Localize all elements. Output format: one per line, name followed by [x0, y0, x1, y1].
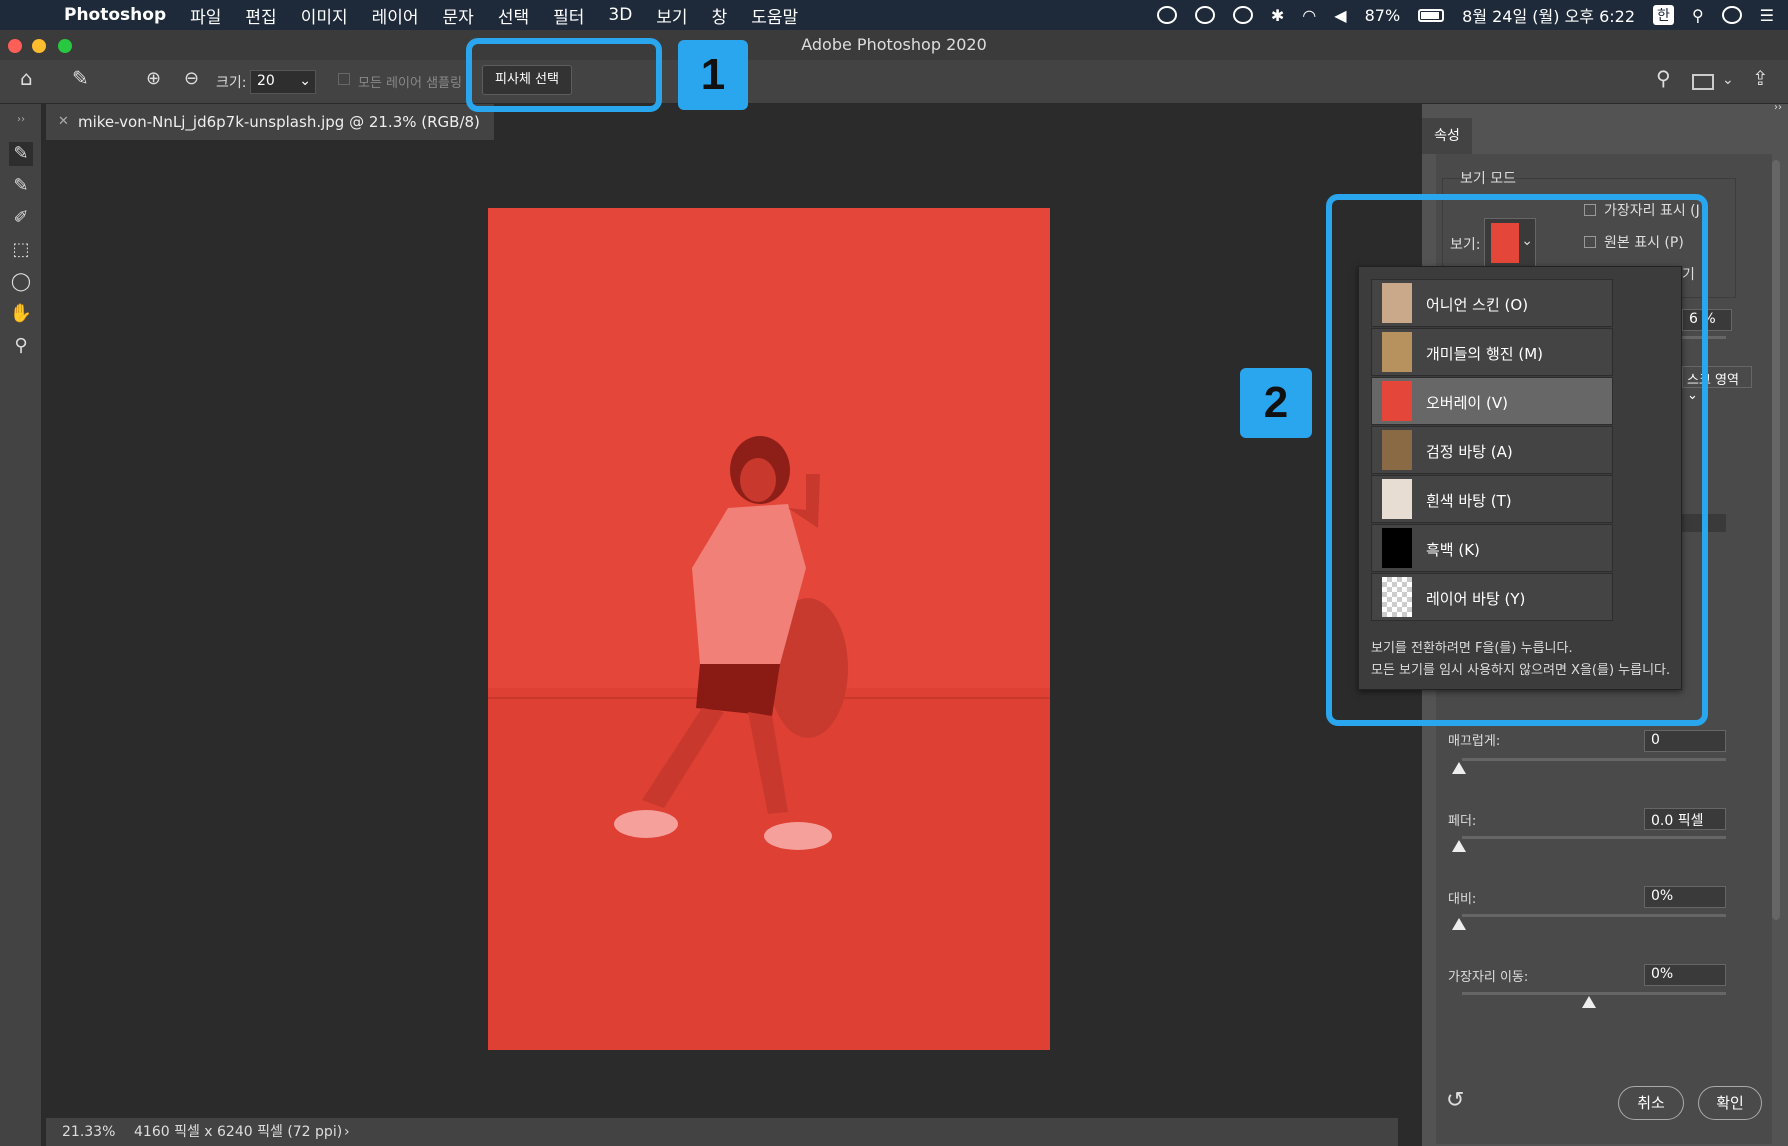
- feather-label: 페더:: [1448, 814, 1477, 829]
- contrast-slider-track[interactable]: [1462, 914, 1726, 917]
- canvas-area[interactable]: [46, 140, 1398, 1118]
- feather-slider-thumb[interactable]: [1452, 840, 1466, 852]
- sample-all-layers-label: 모든 레이어 샘플링: [358, 76, 462, 91]
- feather-input[interactable]: 0.0 픽셀: [1644, 808, 1726, 830]
- volume-icon[interactable]: ◀: [1334, 6, 1346, 25]
- cancel-button[interactable]: 취소: [1618, 1086, 1684, 1120]
- document-tab-title: mike-von-NnLj_jd6p7k-unsplash.jpg @ 21.3…: [78, 113, 480, 131]
- callout-box-2: [1326, 194, 1708, 726]
- menu-image[interactable]: 이미지: [301, 3, 348, 28]
- callout-number-2: 2: [1240, 368, 1312, 438]
- menu-layer[interactable]: 레이어: [372, 3, 419, 28]
- brush-tool-icon[interactable]: ✐: [9, 206, 33, 230]
- wifi-icon[interactable]: ◠: [1302, 6, 1316, 25]
- photo-figure: [488, 208, 1050, 1050]
- feather-slider-track[interactable]: [1462, 836, 1726, 839]
- shift-edge-label: 가장자리 이동:: [1448, 970, 1529, 985]
- face: [740, 458, 776, 502]
- panel-scrollbar[interactable]: [1772, 160, 1780, 920]
- brush-size-input[interactable]: 20 ⌄: [250, 70, 316, 94]
- minimize-window-button[interactable]: [32, 39, 46, 53]
- battery-percent: 87%: [1364, 5, 1401, 25]
- sample-all-layers-checkbox[interactable]: [338, 73, 350, 85]
- menu-filter[interactable]: 필터: [553, 3, 584, 28]
- contrast-input[interactable]: 0%: [1644, 886, 1726, 908]
- bluetooth-icon[interactable]: ✱: [1271, 6, 1284, 25]
- home-icon[interactable]: ⌂: [20, 66, 33, 90]
- chevron-right-icon[interactable]: ›: [344, 1118, 350, 1146]
- right-shoe: [764, 822, 832, 850]
- photo-overlay-preview[interactable]: [488, 208, 1050, 1050]
- lasso-tool-icon[interactable]: ◯: [9, 270, 33, 294]
- refine-edge-brush-icon[interactable]: ✎: [9, 174, 33, 198]
- tab-properties[interactable]: 속성: [1422, 118, 1472, 154]
- smooth-slider-thumb[interactable]: [1452, 762, 1466, 774]
- menu-view[interactable]: 보기: [656, 3, 687, 28]
- contrast-slider-thumb[interactable]: [1452, 918, 1466, 930]
- reset-icon[interactable]: ↺: [1446, 1088, 1464, 1113]
- chevron-down-icon[interactable]: ⌄: [1722, 72, 1734, 88]
- menu-window[interactable]: 창: [712, 3, 728, 28]
- window-title: Adobe Photoshop 2020: [801, 35, 987, 54]
- hand-tool-icon[interactable]: ✋: [9, 302, 33, 326]
- menu-edit[interactable]: 편집: [245, 3, 276, 28]
- left-shoe: [614, 810, 678, 838]
- menu-3d[interactable]: 3D: [608, 5, 632, 25]
- chevron-down-icon[interactable]: ⌄: [299, 73, 311, 89]
- shorts: [696, 664, 780, 716]
- notification-center-icon[interactable]: ☰: [1760, 6, 1774, 25]
- document-tab[interactable]: ✕ mike-von-NnLj_jd6p7k-unsplash.jpg @ 21…: [46, 104, 494, 140]
- smooth-input[interactable]: 0: [1644, 730, 1726, 752]
- callout-number-1: 1: [678, 40, 748, 110]
- collapse-panel-icon[interactable]: ››: [9, 108, 33, 132]
- menu-file[interactable]: 파일: [190, 3, 221, 28]
- input-source[interactable]: 한: [1653, 5, 1674, 25]
- siri-icon[interactable]: [1721, 6, 1742, 24]
- creative-cloud-icon[interactable]: [1232, 6, 1253, 24]
- status-bar: 21.33% 4160 픽셀 x 6240 픽셀 (72 ppi) ›: [46, 1118, 1398, 1146]
- size-label: 크기:: [216, 75, 247, 91]
- macos-menubar: Photoshop 파일 편집 이미지 레이어 문자 선택 필터 3D 보기 창…: [0, 0, 1788, 30]
- collapse-panel-icon[interactable]: ››: [1774, 102, 1782, 113]
- share-icon[interactable]: ⇪: [1752, 66, 1769, 90]
- messages-icon[interactable]: [1156, 6, 1177, 24]
- shift-edge-slider-thumb[interactable]: [1582, 996, 1596, 1008]
- spotlight-icon[interactable]: ⚲: [1692, 6, 1704, 25]
- subtract-from-selection-icon[interactable]: ⊖: [184, 68, 199, 89]
- ok-button[interactable]: 확인: [1698, 1086, 1762, 1120]
- contrast-label: 대비:: [1448, 892, 1477, 907]
- brush-size-value: 20: [257, 73, 275, 89]
- zoom-tool-icon[interactable]: ⚲: [9, 334, 33, 358]
- view-mode-heading: 보기 모드: [1460, 171, 1516, 187]
- document-dimensions: 4160 픽셀 x 6240 픽셀 (72 ppi): [134, 1124, 343, 1140]
- add-to-selection-icon[interactable]: ⊕: [146, 68, 161, 89]
- zoom-window-button[interactable]: [58, 39, 72, 53]
- close-window-button[interactable]: [8, 39, 22, 53]
- photoshop-window: Photoshop 파일 편집 이미지 레이어 문자 선택 필터 3D 보기 창…: [0, 0, 1788, 1146]
- quick-selection-tool-icon[interactable]: ✎: [9, 142, 33, 166]
- battery-icon[interactable]: [1418, 8, 1445, 22]
- tools-panel: ›› ✎ ✎ ✐ ⬚ ◯ ✋ ⚲: [0, 104, 42, 1146]
- title-bar: Adobe Photoshop 2020: [0, 30, 1788, 60]
- time-machine-icon[interactable]: [1194, 6, 1215, 24]
- datetime[interactable]: 8월 24일 (월) 오후 6:22: [1462, 3, 1635, 27]
- options-bar: ⌂ ✎ ⊕ ⊖ 크기: 20 ⌄ 모든 레이어 샘플링 ⚲ ⌄ ⇪: [0, 60, 1788, 104]
- search-icon[interactable]: ⚲: [1656, 66, 1671, 90]
- workspace-icon[interactable]: [1692, 74, 1714, 90]
- app-menu[interactable]: Photoshop: [64, 5, 166, 25]
- shift-edge-slider-track[interactable]: [1462, 992, 1726, 995]
- smooth-label: 매끄럽게:: [1448, 734, 1501, 749]
- object-selection-tool-icon[interactable]: ⬚: [9, 238, 33, 262]
- menu-type[interactable]: 문자: [443, 3, 474, 28]
- smooth-slider-track[interactable]: [1462, 758, 1726, 761]
- callout-box-1: [466, 38, 662, 112]
- menu-help[interactable]: 도움말: [751, 3, 798, 28]
- zoom-level[interactable]: 21.33%: [62, 1118, 115, 1146]
- quick-selection-preset-icon[interactable]: ✎: [72, 66, 89, 90]
- shift-edge-input[interactable]: 0%: [1644, 964, 1726, 986]
- menu-select[interactable]: 선택: [498, 3, 529, 28]
- close-tab-icon[interactable]: ✕: [58, 104, 69, 140]
